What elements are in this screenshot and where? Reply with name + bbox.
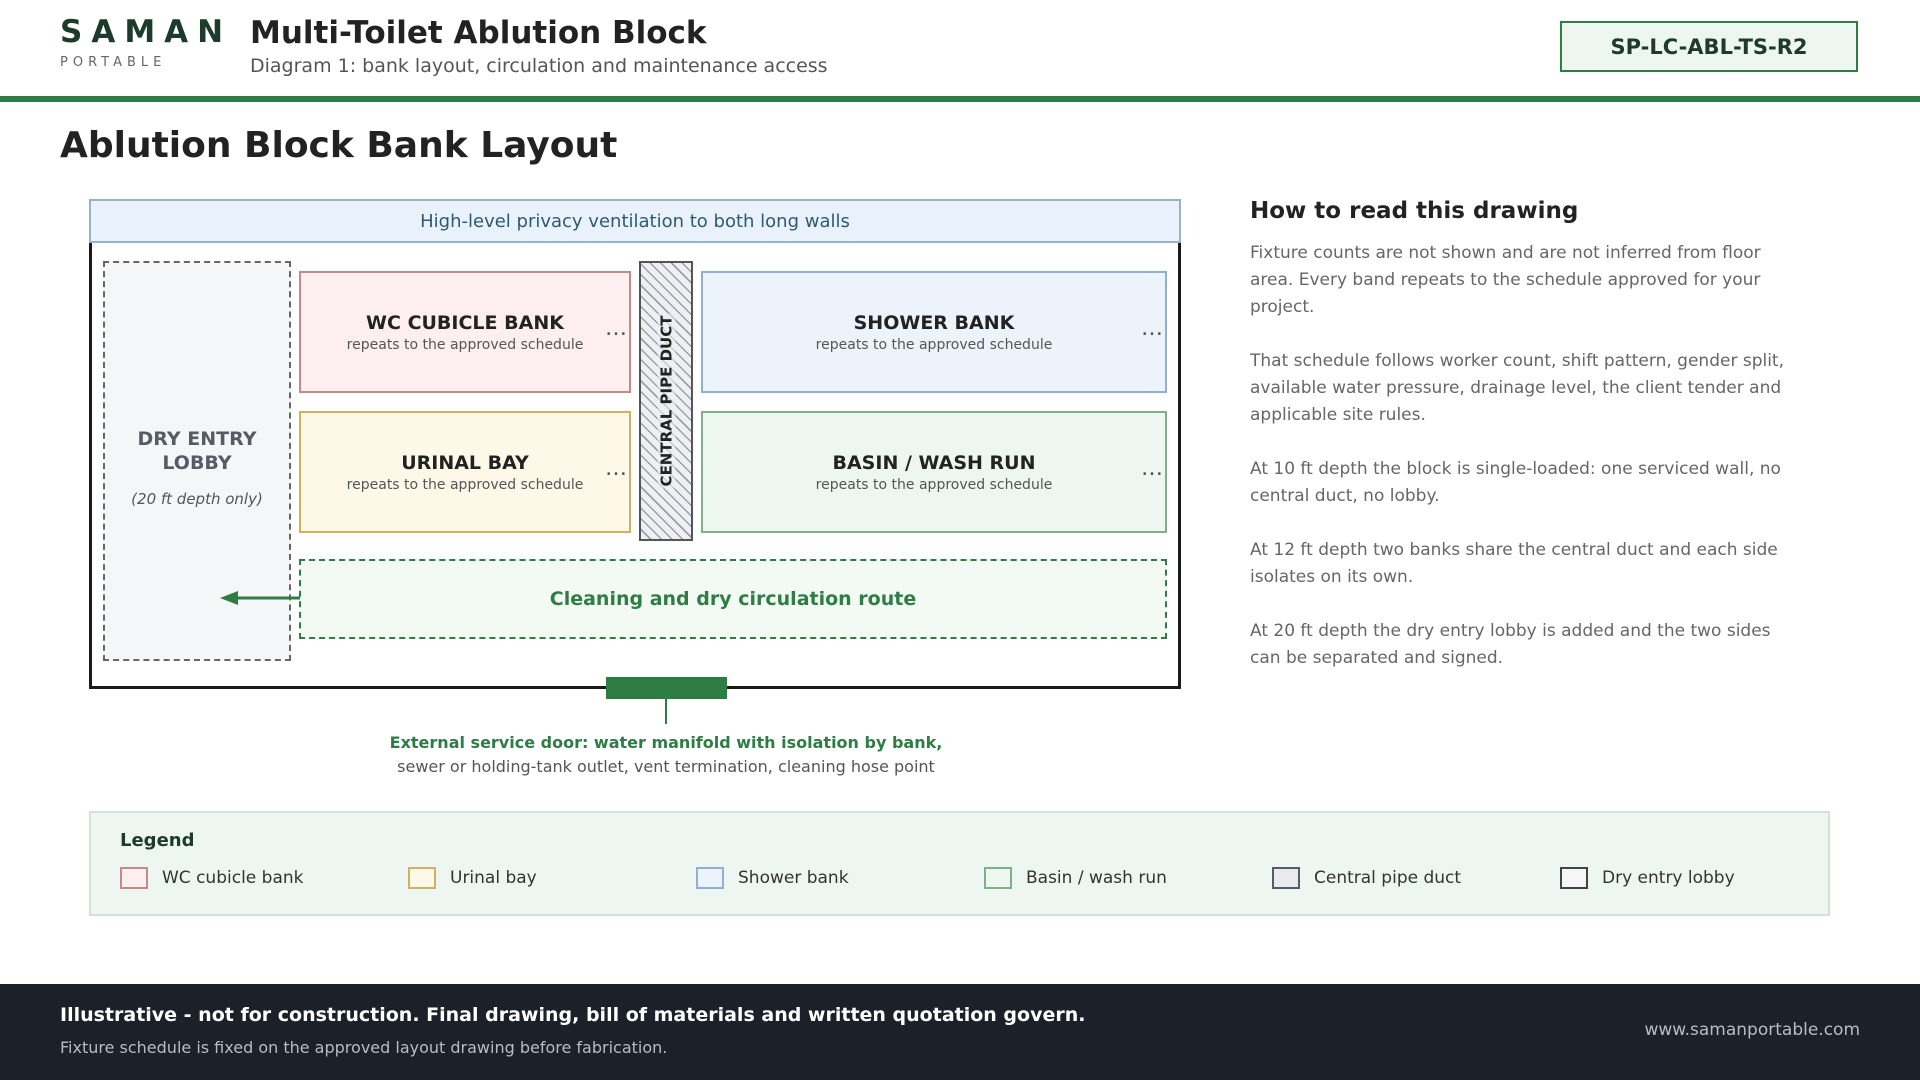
bank-note: repeats to the approved schedule	[815, 336, 1053, 353]
legend-label: Shower bank	[738, 868, 849, 888]
footer-website-link[interactable]: www.samanportable.com	[1560, 1020, 1860, 1040]
legend-label: Basin / wash run	[1026, 868, 1167, 888]
legend-label: Central pipe duct	[1314, 868, 1462, 888]
legend-swatch	[408, 867, 436, 889]
duct-label: CENTRAL PIPE DUCT	[657, 313, 676, 489]
bank-name: URINAL BAY	[401, 451, 529, 474]
repeat-ellipsis: …	[605, 316, 627, 341]
legend-item: Basin / wash run	[984, 867, 1272, 889]
read-paragraph: At 20 ft depth the dry entry lobby is ad…	[1250, 621, 1771, 668]
read-paragraph: That schedule follows worker count, shif…	[1250, 351, 1784, 425]
read-paragraph: At 10 ft depth the block is single-loade…	[1250, 459, 1781, 506]
read-paragraph: At 12 ft depth two banks share the centr…	[1250, 540, 1778, 587]
shower-bank: SHOWER BANK repeats to the approved sche…	[701, 271, 1167, 393]
document-title: Multi-Toilet Ablution Block	[250, 15, 707, 51]
door-annotation-line1: External service door: water manifold wi…	[389, 733, 943, 752]
basin-wash-run: BASIN / WASH RUN repeats to the approved…	[701, 411, 1167, 533]
footer-disclaimer: Illustrative - not for construction. Fin…	[60, 1004, 1086, 1026]
bank-note: repeats to the approved schedule	[346, 476, 584, 493]
legend-item: Dry entry lobby	[1560, 867, 1848, 889]
repeat-ellipsis: …	[1141, 316, 1163, 341]
footer-note: Fixture schedule is fixed on the approve…	[60, 1038, 668, 1057]
drawing-code-badge: SP-LC-ABL-TS-R2	[1560, 21, 1858, 72]
header-divider	[0, 96, 1920, 102]
ventilation-band: High-level privacy ventilation to both l…	[89, 199, 1181, 243]
page-title: Ablution Block Bank Layout	[60, 125, 618, 166]
legend-title: Legend	[120, 830, 195, 851]
door-leader-line	[665, 699, 667, 724]
duct-label-wrap: CENTRAL PIPE DUCT	[639, 261, 693, 541]
bank-name: BASIN / WASH RUN	[832, 451, 1036, 474]
lobby-title: DRY ENTRY LOBBY	[137, 428, 257, 474]
bank-name: WC CUBICLE BANK	[366, 311, 564, 334]
brand-logo: SAMAN	[60, 14, 233, 50]
arrow-left-icon	[220, 591, 300, 605]
wc-cubicle-bank: WC CUBICLE BANK repeats to the approved …	[299, 271, 631, 393]
bank-name: SHOWER BANK	[853, 311, 1015, 334]
legend-item: Shower bank	[696, 867, 984, 889]
bank-note: repeats to the approved schedule	[815, 476, 1053, 493]
door-annotation-line2: sewer or holding-tank outlet, vent termi…	[397, 757, 935, 776]
legend-item: Central pipe duct	[1272, 867, 1560, 889]
brand-logo-sub: PORTABLE	[60, 55, 167, 70]
legend-item: WC cubicle bank	[120, 867, 408, 889]
legend-swatch	[696, 867, 724, 889]
legend-item: Urinal bay	[408, 867, 696, 889]
legend-swatch	[984, 867, 1012, 889]
urinal-bay: URINAL BAY repeats to the approved sched…	[299, 411, 631, 533]
repeat-ellipsis: …	[605, 456, 627, 481]
bank-note: repeats to the approved schedule	[346, 336, 584, 353]
legend-label: Dry entry lobby	[1602, 868, 1735, 888]
legend-swatch	[1560, 867, 1588, 889]
external-service-door	[606, 677, 727, 699]
legend-label: WC cubicle bank	[162, 868, 304, 888]
legend-swatch	[1272, 867, 1300, 889]
how-to-read-title: How to read this drawing	[1250, 198, 1579, 224]
legend-label: Urinal bay	[450, 868, 537, 888]
circulation-route: Cleaning and dry circulation route	[299, 559, 1167, 639]
lobby-note: (20 ft depth only)	[131, 490, 263, 508]
how-to-read-text: Fixture counts are not shown and are not…	[1250, 240, 1790, 699]
repeat-ellipsis: …	[1141, 456, 1163, 481]
legend-items: WC cubicle bank Urinal bay Shower bank B…	[120, 867, 1848, 889]
legend-swatch	[120, 867, 148, 889]
document-subtitle: Diagram 1: bank layout, circulation and …	[250, 55, 828, 77]
legend-panel	[89, 811, 1830, 916]
read-paragraph: Fixture counts are not shown and are not…	[1250, 243, 1761, 317]
